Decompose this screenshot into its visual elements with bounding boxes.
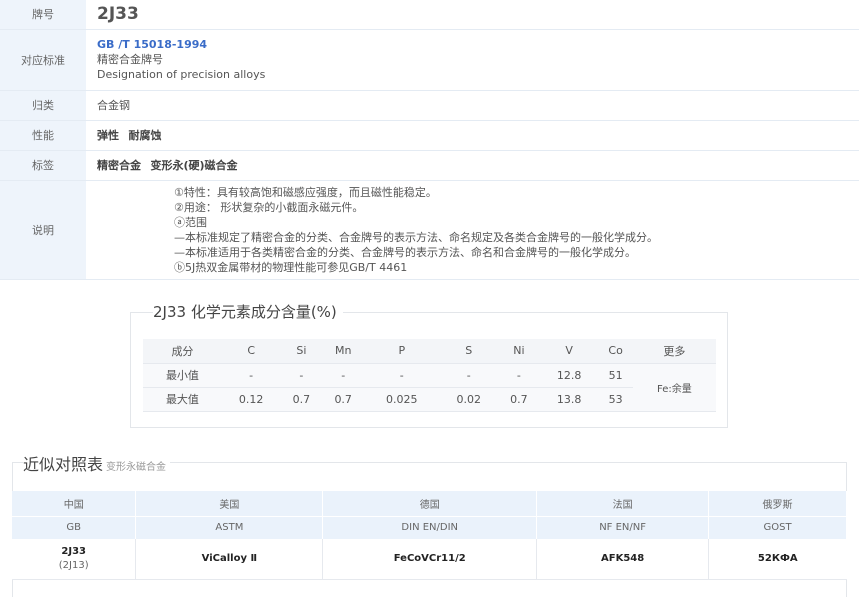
compare-table: 中国 美国 德国 法国 俄罗斯 GB ASTM DIN EN/DIN NF EN… (12, 491, 847, 580)
chem-header-cell: S (439, 339, 498, 364)
chem-header-cell: C (221, 339, 281, 364)
grade-main[interactable]: 52КФА (709, 552, 846, 566)
grade-value: 2J33 (97, 4, 139, 25)
compare-title: 近似对照表 变形永磁合金 (23, 451, 171, 475)
chem-cell: 53 (598, 387, 633, 412)
chem-cell: 13.8 (539, 387, 599, 412)
grade-main[interactable]: ViCalloy Ⅱ (136, 552, 322, 566)
chem-cell: - (364, 363, 440, 388)
property-label: 性能 (0, 120, 86, 151)
country-cell: 德国 (322, 491, 538, 516)
chem-header-cell: Ni (497, 339, 540, 364)
chem-cell: 最大值 (143, 387, 222, 412)
chem-table: 成分 C Si Mn P S Ni V Co 更多 最小值 - - - - - … (143, 339, 716, 412)
chem-cell: 51 (598, 363, 633, 388)
standard-system-row: GB ASTM DIN EN/DIN NF EN/NF GOST (12, 515, 847, 539)
chem-cell: - (439, 363, 498, 388)
country-cell: 美国 (135, 491, 324, 516)
standard-code-link[interactable]: GB /T 15018-1994 (97, 37, 859, 52)
chem-cell: - (280, 363, 323, 388)
grade-main[interactable]: FeCoVCr11/2 (323, 552, 536, 566)
tags-label: 标签 (0, 150, 86, 181)
standard-cell: GB (12, 515, 137, 539)
grade-alt: (2J13) (58, 559, 89, 571)
chem-max-row: 最大值 0.12 0.7 0.7 0.025 0.02 0.7 13.8 53 (143, 387, 716, 412)
chem-header-cell: 成分 (143, 339, 222, 364)
standard-cell: GOST (708, 515, 847, 539)
standard-name-cn: 精密合金牌号 (97, 53, 163, 66)
chem-cell: - (497, 363, 540, 388)
chem-cell: 12.8 (539, 363, 599, 388)
chem-cell: 0.12 (221, 387, 281, 412)
chem-cell: - (322, 363, 365, 388)
chem-cell: - (221, 363, 281, 388)
compare-subtitle: 变形永磁合金 (106, 462, 167, 473)
chem-header-cell: Si (280, 339, 323, 364)
category-label: 归类 (0, 90, 86, 121)
country-cell: 俄罗斯 (708, 491, 847, 516)
country-row: 中国 美国 德国 法国 俄罗斯 (12, 491, 847, 516)
standard-row: 对应标准 GB /T 15018-1994 精密合金牌号 Designation… (0, 29, 859, 91)
chem-cell: 0.7 (280, 387, 323, 412)
chem-header-cell: V (539, 339, 599, 364)
property-chip[interactable]: 耐腐蚀 (129, 129, 162, 142)
description-label: 说明 (0, 180, 86, 280)
standard-cell: NF EN/NF (536, 515, 710, 539)
country-cell: 法国 (536, 491, 710, 516)
chem-header-row: 成分 C Si Mn P S Ni V Co 更多 (143, 339, 716, 364)
description-line: —本标准规定了精密合金的分类、合金牌号的表示方法、命名规定及各类合金牌号的一般化… (174, 230, 658, 244)
standard-cell: DIN EN/DIN (322, 515, 538, 539)
grade-main[interactable]: AFK548 (537, 552, 708, 566)
standard-name-en: Designation of precision alloys (97, 68, 266, 81)
compare-title-text: 近似对照表 (23, 455, 104, 474)
grade-cell[interactable]: AFK548 (536, 539, 710, 580)
grade-cell[interactable]: 2J33 (2J13) (12, 539, 137, 580)
grade-equivalents-row: 2J33 (2J13) ViCalloy Ⅱ FeCoVCr11/2 AFK54… (12, 539, 847, 580)
description-row: 说明 ①特性：具有较高饱和磁感应强度，而且磁性能稳定。 ②用途： 形状复杂的小截… (0, 180, 859, 280)
description-line: —本标准适用于各类精密合金的分类、合金牌号的表示方法、命名和合金牌号的一般化学成… (174, 245, 636, 259)
chem-cell: 0.7 (322, 387, 365, 412)
description-line: ①特性：具有较高饱和磁感应强度，而且磁性能稳定。 (174, 185, 437, 199)
chem-cell: 0.025 (364, 387, 440, 412)
chem-title: 2J33 化学元素成分含量(%) (153, 301, 343, 322)
tag-chip[interactable]: 精密合金 (97, 159, 141, 172)
tag-chip[interactable]: 变形永(硬)磁合金 (151, 159, 238, 172)
property-row: 性能 弹性 耐腐蚀 (0, 120, 859, 151)
standard-label: 对应标准 (0, 29, 86, 91)
chem-header-cell: Co (598, 339, 633, 364)
chem-header-cell: Mn (322, 339, 365, 364)
grade-cell[interactable]: FeCoVCr11/2 (322, 539, 538, 580)
property-chip[interactable]: 弹性 (97, 129, 119, 142)
country-cell: 中国 (12, 491, 137, 516)
chem-cell: 最小值 (143, 363, 222, 388)
description-line: ⓐ范围 (174, 215, 207, 229)
category-row: 归类 合金钢 (0, 90, 859, 121)
chem-cell: 0.7 (497, 387, 540, 412)
description-line: ⓑ5J热双金属带材的物理性能可参见GB/T 4461 (174, 260, 408, 274)
tags-row: 标签 精密合金 变形永(硬)磁合金 (0, 150, 859, 181)
grade-label: 牌号 (0, 0, 86, 30)
chem-header-cell: 更多 (632, 339, 716, 364)
standard-cell: ASTM (135, 515, 324, 539)
property-table: 牌号 2J33 对应标准 GB /T 15018-1994 精密合金牌号 Des… (0, 0, 859, 280)
chem-more-cell: Fe:余量 (632, 363, 716, 412)
grade-row: 牌号 2J33 (0, 0, 859, 30)
grade-cell[interactable]: ViCalloy Ⅱ (135, 539, 324, 580)
grade-main[interactable]: 2J33 (12, 545, 135, 559)
category-value: 合金钢 (86, 90, 859, 121)
chem-cell: 0.02 (439, 387, 498, 412)
description-line: ②用途： 形状复杂的小截面永磁元件。 (174, 200, 364, 214)
chem-min-row: 最小值 - - - - - - 12.8 51 Fe:余量 (143, 363, 716, 412)
chem-header-cell: P (364, 339, 440, 364)
grade-cell[interactable]: 52КФА (708, 539, 847, 580)
